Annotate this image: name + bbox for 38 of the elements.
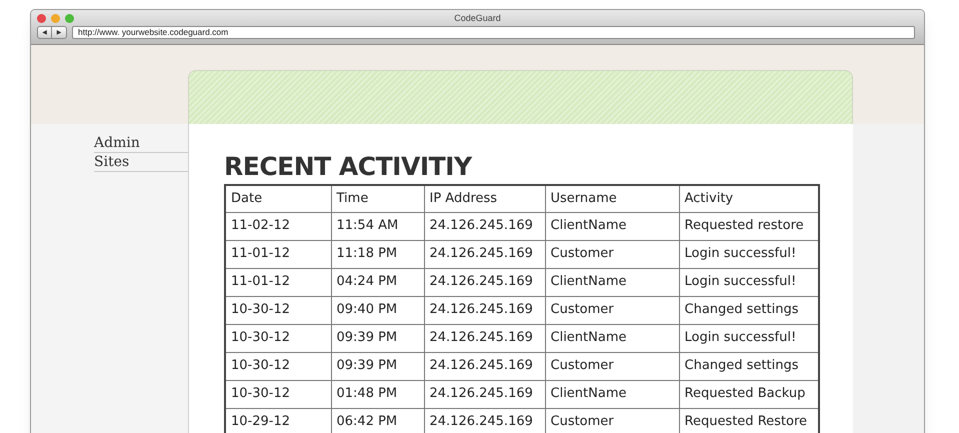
- close-icon[interactable]: [37, 14, 46, 22]
- table-cell: 09:39 PM: [331, 352, 424, 380]
- column-header: Date: [225, 185, 331, 212]
- page-heading: RECENT ACTIVITIY: [224, 151, 474, 183]
- table-cell: 01:48 PM: [331, 380, 424, 408]
- table-cell: 11-01-12: [225, 240, 331, 268]
- table-cell: 10-30-12: [225, 296, 331, 324]
- table-cell: ClientName: [545, 324, 679, 352]
- column-header: Username: [545, 185, 679, 212]
- table-cell: 11:18 PM: [331, 240, 424, 268]
- table-cell: Customer: [545, 352, 679, 380]
- address-field[interactable]: http://www. yourwebsite.codeguard.com: [72, 26, 915, 39]
- table-cell: ClientName: [545, 380, 679, 408]
- column-header: IP Address: [424, 185, 545, 212]
- table-cell: 10-30-12: [225, 324, 331, 352]
- table-cell: 24.126.245.169: [424, 212, 545, 240]
- table-cell: ClientName: [545, 268, 679, 296]
- table-cell: 24.126.245.169: [424, 380, 545, 408]
- minimize-icon[interactable]: [51, 14, 60, 22]
- table-cell: 24.126.245.169: [424, 324, 545, 352]
- table-cell: Customer: [545, 240, 679, 268]
- table-cell: 10-30-12: [225, 380, 331, 408]
- table-cell: Customer: [545, 296, 679, 324]
- table-cell: 04:24 PM: [331, 268, 424, 296]
- table-cell: 24.126.245.169: [424, 296, 545, 324]
- column-header: Time: [331, 185, 424, 212]
- table-cell: 24.126.245.169: [424, 240, 545, 268]
- table-cell: 11-01-12: [225, 268, 331, 296]
- table-cell: 11:54 AM: [331, 212, 424, 240]
- table-cell: 10-30-12: [225, 352, 331, 380]
- table-cell: 09:39 PM: [331, 324, 424, 352]
- table-cell: ClientName: [545, 212, 679, 240]
- table-cell: 24.126.245.169: [424, 352, 545, 380]
- window-title: CodeGuard: [454, 14, 501, 22]
- table-cell: 11-02-12: [225, 212, 331, 240]
- zoom-icon[interactable]: [65, 14, 74, 22]
- table-cell: 24.126.245.169: [424, 268, 545, 296]
- table-cell: 09:40 PM: [331, 296, 424, 324]
